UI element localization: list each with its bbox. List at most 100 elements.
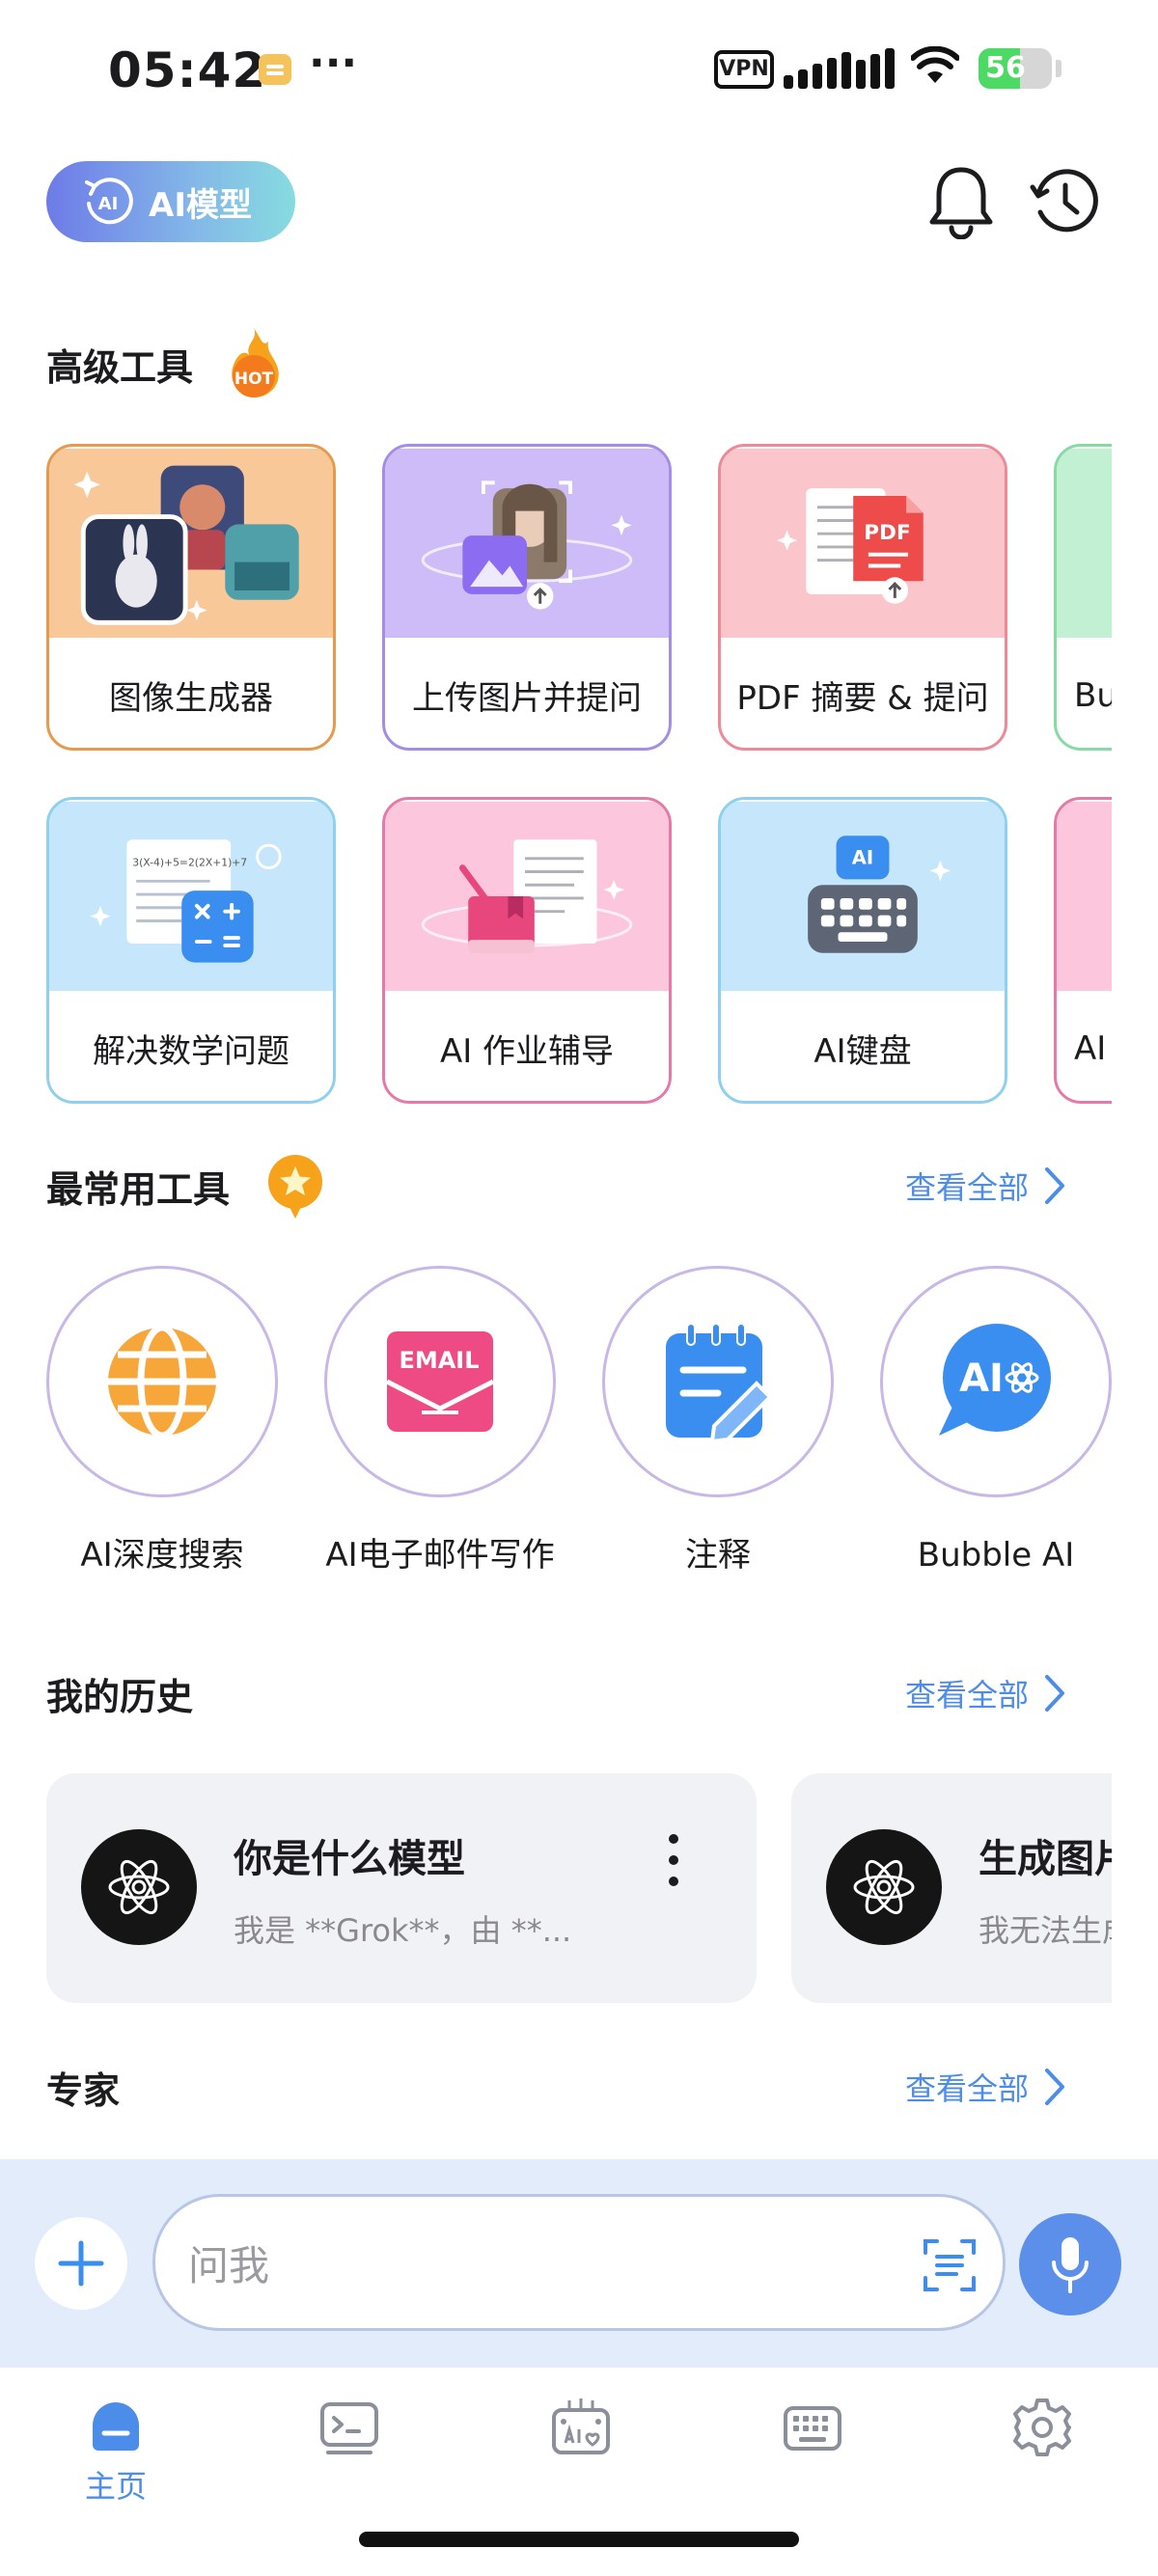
card-label: Bu — [1074, 675, 1112, 715]
nav-home-label: 主页 — [84, 2468, 147, 2505]
history-title: 我的历史 — [46, 1676, 194, 1718]
ai-refresh-icon-text: AI — [98, 194, 119, 214]
tool-bubble-ai[interactable]: AI Bubble AI — [880, 1266, 1112, 1576]
see-all-label: 查看全部 — [905, 1169, 1030, 1206]
status-more-indicator: ··· — [309, 39, 358, 88]
ai-keyboard-icon — [552, 2398, 610, 2454]
ai-refresh-icon: AI — [85, 178, 133, 225]
history-list: 你是什么模型 我是 **Grok**，由 **... 生成图片 我无法生成 — [46, 1773, 1112, 2003]
card-label: 图像生成器 — [109, 679, 273, 718]
history-card[interactable]: 生成图片 我无法生成 — [791, 1773, 1112, 2003]
card-upload-image-ask[interactable]: 上传图片并提问 — [382, 444, 672, 751]
vpn-badge: VPN — [714, 50, 774, 89]
voice-input-button[interactable] — [1019, 2213, 1121, 2316]
tool-icon-circle — [46, 1266, 278, 1497]
history-preview-text: 我是 **Grok**，由 **... — [234, 1912, 572, 1949]
tool-icon-circle — [602, 1266, 834, 1497]
card-label: AI 作业辅导 — [439, 1032, 615, 1071]
card-solve-math[interactable]: 3(X-4)+5=2(2X+1)+7 解决数学问题 — [46, 797, 336, 1104]
advanced-tools-title: 高级工具 — [46, 346, 194, 389]
grok-avatar — [826, 1829, 942, 1945]
card-ai-homework[interactable]: AI 作业辅导 — [382, 797, 672, 1104]
email-icon: EMAIL — [385, 1331, 495, 1432]
card-image-generator[interactable]: 图像生成器 — [46, 444, 336, 751]
terminal-icon — [320, 2402, 378, 2454]
pdf-badge-text: PDF — [864, 521, 910, 545]
tool-label: AI电子邮件写作 — [325, 1536, 555, 1575]
bubble-ai-icon-text: AI — [959, 1357, 1004, 1401]
history-title-text: 你是什么模型 — [234, 1837, 465, 1881]
experts-title: 专家 — [46, 2069, 121, 2112]
bell-icon[interactable] — [924, 162, 998, 239]
ai-key-badge-text: AI — [852, 847, 873, 869]
tool-label: 注释 — [685, 1536, 751, 1575]
card-label: 解决数学问题 — [93, 1032, 290, 1071]
card-label: AI键盘 — [813, 1032, 912, 1071]
ai-model-label: AI模型 — [149, 185, 252, 225]
grok-avatar — [81, 1829, 197, 1945]
ai-model-button[interactable]: AI AI模型 — [46, 161, 295, 242]
advanced-tools-row-1: 图像生成器 上传图片并提问 PDF PDF 摘要 & 提问 B — [46, 444, 1112, 753]
card-label: 上传图片并提问 — [412, 679, 642, 718]
card-pdf-summary[interactable]: PDF PDF 摘要 & 提问 — [718, 444, 1007, 751]
scan-text-icon[interactable] — [922, 2237, 978, 2293]
nav-prompts[interactable] — [291, 2397, 407, 2458]
battery-icon: 56 — [979, 48, 1052, 89]
home-icon — [93, 2402, 139, 2451]
ai-keyboard-illustration: AI — [721, 802, 1005, 991]
tool-ai-email-writing[interactable]: EMAIL AI电子邮件写作 — [324, 1266, 556, 1576]
star-badge-icon — [268, 1155, 322, 1219]
tool-ai-deep-search[interactable]: AI深度搜索 — [46, 1266, 278, 1576]
advanced-tools-row-2: 3(X-4)+5=2(2X+1)+7 解决数学问题 AI 作业辅导 AI AI键… — [46, 797, 1112, 1106]
ask-input[interactable] — [188, 2232, 864, 2299]
pdf-illustration: PDF — [721, 449, 1005, 638]
card-label: AI — [1074, 1028, 1107, 1068]
ai-partial-illustration — [1057, 802, 1112, 991]
upload-image-illustration — [385, 449, 669, 638]
bubble-illustration — [1057, 449, 1112, 638]
atom-icon — [853, 1859, 915, 1915]
ask-input-container — [152, 2194, 1006, 2331]
card-bubble-partial[interactable]: Bu — [1054, 444, 1112, 751]
common-tools-see-all[interactable]: 查看全部 — [905, 1164, 1065, 1208]
nav-ai-keyboard[interactable] — [523, 2397, 639, 2458]
add-attachment-button[interactable] — [35, 2217, 127, 2310]
hot-badge-text: HOT — [234, 370, 274, 389]
notepad-pen-icon — [666, 1323, 773, 1441]
history-clock-icon[interactable] — [1029, 166, 1100, 237]
chevron-right-icon — [1045, 1167, 1065, 1204]
status-time: 05:42 — [108, 42, 267, 98]
chevron-right-icon — [1045, 1675, 1065, 1712]
nav-settings[interactable] — [984, 2397, 1100, 2458]
history-card[interactable]: 你是什么模型 我是 **Grok**，由 **... — [46, 1773, 757, 2003]
globe-icon — [108, 1324, 216, 1439]
battery-level: 56 — [985, 51, 1026, 85]
tool-icon-circle: AI — [880, 1266, 1112, 1497]
history-see-all[interactable]: 查看全部 — [905, 1671, 1065, 1715]
tool-icon-circle: EMAIL — [324, 1266, 556, 1497]
more-vertical-icon[interactable] — [664, 1831, 683, 1889]
chat-notification-icon — [259, 54, 291, 85]
nav-keyboard[interactable] — [755, 2397, 870, 2458]
homework-illustration — [385, 802, 669, 991]
see-all-label: 查看全部 — [905, 2070, 1030, 2107]
history-title-text: 生成图片 — [979, 1837, 1112, 1881]
email-icon-text: EMAIL — [399, 1347, 479, 1374]
history-preview-text: 我无法生成 — [979, 1912, 1112, 1949]
image-generator-illustration — [49, 449, 333, 638]
experts-see-all[interactable]: 查看全部 — [905, 2065, 1065, 2109]
chevron-right-icon — [1045, 2069, 1065, 2105]
card-ai-keyboard[interactable]: AI AI键盘 — [718, 797, 1007, 1104]
card-ai-partial[interactable]: AI — [1054, 797, 1112, 1104]
status-bar: 05:42 ··· VPN 56 — [0, 0, 1158, 135]
hot-fire-badge: HOT — [232, 328, 279, 397]
math-formula-text: 3(X-4)+5=2(2X+1)+7 — [132, 857, 247, 869]
composer-bar — [0, 2159, 1158, 2368]
tool-label: Bubble AI — [917, 1536, 1075, 1575]
wifi-icon — [911, 46, 959, 83]
nav-home[interactable]: 主页 — [58, 2397, 174, 2507]
tool-label: AI深度搜索 — [80, 1536, 244, 1575]
tool-annotation[interactable]: 注释 — [602, 1266, 834, 1576]
keyboard-icon — [784, 2406, 841, 2451]
card-label: PDF 摘要 & 提问 — [736, 679, 989, 718]
